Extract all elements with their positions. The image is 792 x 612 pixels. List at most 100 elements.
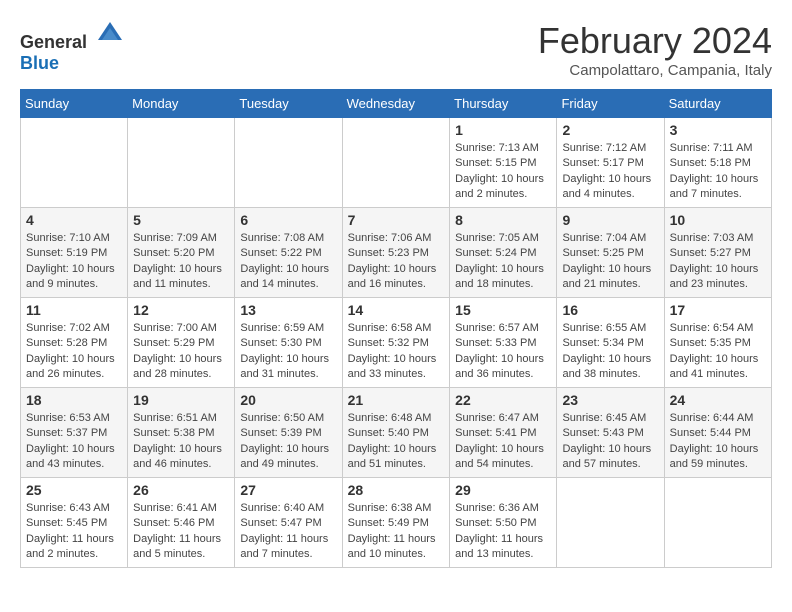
- day-detail: Sunrise: 6:57 AMSunset: 5:33 PMDaylight:…: [455, 321, 551, 383]
- logo-general: General: [20, 32, 87, 52]
- week-row-1: 1 Sunrise: 7:13 AMSunset: 5:15 PMDaylight…: [21, 118, 772, 208]
- day-detail: Sunrise: 7:13 AMSunset: 5:15 PMDaylight:…: [455, 141, 551, 203]
- calendar-cell-0-6: 3 Sunrise: 7:11 AMSunset: 5:18 PMDaylight…: [664, 118, 771, 208]
- day-number: 16: [562, 302, 658, 318]
- calendar-cell-3-1: 19Sunrise: 6:51 AMSunset: 5:38 PMDayligh…: [128, 388, 235, 478]
- day-number: 19: [133, 392, 229, 408]
- calendar-cell-2-4: 15 Sunrise: 6:57 AMSunset: 5:33 PMDayligh…: [450, 298, 557, 388]
- calendar-cell-2-3: 14 Sunrise: 6:58 AMSunset: 5:32 PMDayligh…: [342, 298, 450, 388]
- day-detail: Sunrise: 6:50 AMSunset: 5:39 PMDaylight:…: [240, 411, 336, 473]
- calendar-cell-2-6: 17 Sunrise: 6:54 AMSunset: 5:35 PMDayligh…: [664, 298, 771, 388]
- day-detail: Sunrise: 6:53 AMSunset: 5:37 PMDaylight:…: [26, 411, 122, 473]
- logo: General Blue: [20, 20, 124, 74]
- header-tuesday: Tuesday: [235, 90, 342, 118]
- day-detail: Sunrise: 7:05 AMSunset: 5:24 PMDaylight:…: [455, 231, 551, 293]
- day-number: 13: [240, 302, 336, 318]
- header-thursday: Thursday: [450, 90, 557, 118]
- calendar-cell-0-1: [128, 118, 235, 208]
- calendar-cell-1-1: 5 Sunrise: 7:09 AMSunset: 5:20 PMDaylight…: [128, 208, 235, 298]
- day-detail: Sunrise: 6:59 AMSunset: 5:30 PMDaylight:…: [240, 321, 336, 383]
- header-sunday: Sunday: [21, 90, 128, 118]
- calendar-cell-0-4: 1 Sunrise: 7:13 AMSunset: 5:15 PMDaylight…: [450, 118, 557, 208]
- day-number: 21: [348, 392, 445, 408]
- day-detail: Sunrise: 7:02 AMSunset: 5:28 PMDaylight:…: [26, 321, 122, 383]
- calendar-cell-3-6: 24Sunrise: 6:44 AMSunset: 5:44 PMDayligh…: [664, 388, 771, 478]
- day-number: 22: [455, 392, 551, 408]
- day-detail: Sunrise: 7:06 AMSunset: 5:23 PMDaylight:…: [348, 231, 445, 293]
- calendar-cell-4-4: 29 Sunrise: 6:36 AMSunset: 5:50 PMDayligh…: [450, 478, 557, 568]
- calendar-cell-4-5: [557, 478, 664, 568]
- calendar-subtitle: Campolattaro, Campania, Italy: [538, 62, 772, 79]
- day-number: 12: [133, 302, 229, 318]
- calendar-cell-0-5: 2Sunrise: 7:12 AMSunset: 5:17 PMDaylight…: [557, 118, 664, 208]
- calendar-title: February 2024: [538, 20, 772, 62]
- header-saturday: Saturday: [664, 90, 771, 118]
- day-number: 1: [455, 122, 551, 138]
- logo-icon: [96, 20, 124, 48]
- calendar-cell-0-3: [342, 118, 450, 208]
- day-number: 18: [26, 392, 122, 408]
- calendar-cell-2-5: 16 Sunrise: 6:55 AMSunset: 5:34 PMDayligh…: [557, 298, 664, 388]
- day-number: 20: [240, 392, 336, 408]
- logo-blue: Blue: [20, 53, 59, 73]
- calendar-cell-1-5: 9 Sunrise: 7:04 AMSunset: 5:25 PMDaylight…: [557, 208, 664, 298]
- day-detail: Sunrise: 7:00 AMSunset: 5:29 PMDaylight:…: [133, 321, 229, 383]
- day-detail: Sunrise: 6:38 AMSunset: 5:49 PMDaylight:…: [348, 501, 445, 563]
- week-row-5: 25 Sunrise: 6:43 AMSunset: 5:45 PMDayligh…: [21, 478, 772, 568]
- day-detail: Sunrise: 7:04 AMSunset: 5:25 PMDaylight:…: [562, 231, 658, 293]
- calendar-cell-2-1: 12 Sunrise: 7:00 AMSunset: 5:29 PMDayligh…: [128, 298, 235, 388]
- calendar-cell-1-2: 6Sunrise: 7:08 AMSunset: 5:22 PMDaylight…: [235, 208, 342, 298]
- day-number: 8: [455, 212, 551, 228]
- day-number: 10: [670, 212, 766, 228]
- day-detail: Sunrise: 6:58 AMSunset: 5:32 PMDaylight:…: [348, 321, 445, 383]
- calendar-cell-1-3: 7 Sunrise: 7:06 AMSunset: 5:23 PMDaylight…: [342, 208, 450, 298]
- day-number: 4: [26, 212, 122, 228]
- day-number: 25: [26, 482, 122, 498]
- calendar-cell-4-6: [664, 478, 771, 568]
- calendar-cell-4-1: 26Sunrise: 6:41 AMSunset: 5:46 PMDayligh…: [128, 478, 235, 568]
- header-wednesday: Wednesday: [342, 90, 450, 118]
- calendar-cell-3-3: 21 Sunrise: 6:48 AMSunset: 5:40 PMDayligh…: [342, 388, 450, 478]
- day-detail: Sunrise: 6:40 AMSunset: 5:47 PMDaylight:…: [240, 501, 336, 563]
- weekday-header-row: Sunday Monday Tuesday Wednesday Thursday…: [21, 90, 772, 118]
- day-number: 5: [133, 212, 229, 228]
- calendar-cell-4-2: 27 Sunrise: 6:40 AMSunset: 5:47 PMDayligh…: [235, 478, 342, 568]
- calendar-cell-1-4: 8 Sunrise: 7:05 AMSunset: 5:24 PMDaylight…: [450, 208, 557, 298]
- day-number: 28: [348, 482, 445, 498]
- day-detail: Sunrise: 7:09 AMSunset: 5:20 PMDaylight:…: [133, 231, 229, 293]
- day-detail: Sunrise: 7:11 AMSunset: 5:18 PMDaylight:…: [670, 141, 766, 203]
- calendar-cell-0-2: [235, 118, 342, 208]
- day-number: 7: [348, 212, 445, 228]
- day-number: 15: [455, 302, 551, 318]
- calendar-cell-1-6: 10 Sunrise: 7:03 AMSunset: 5:27 PMDayligh…: [664, 208, 771, 298]
- day-number: 3: [670, 122, 766, 138]
- day-detail: Sunrise: 6:43 AMSunset: 5:45 PMDaylight:…: [26, 501, 122, 563]
- calendar-cell-4-3: 28 Sunrise: 6:38 AMSunset: 5:49 PMDayligh…: [342, 478, 450, 568]
- day-number: 29: [455, 482, 551, 498]
- day-detail: Sunrise: 6:55 AMSunset: 5:34 PMDaylight:…: [562, 321, 658, 383]
- week-row-2: 4Sunrise: 7:10 AMSunset: 5:19 PMDaylight…: [21, 208, 772, 298]
- day-detail: Sunrise: 6:36 AMSunset: 5:50 PMDaylight:…: [455, 501, 551, 563]
- calendar-cell-3-5: 23Sunrise: 6:45 AMSunset: 5:43 PMDayligh…: [557, 388, 664, 478]
- day-detail: Sunrise: 6:44 AMSunset: 5:44 PMDaylight:…: [670, 411, 766, 473]
- day-detail: Sunrise: 7:03 AMSunset: 5:27 PMDaylight:…: [670, 231, 766, 293]
- page-header: General Blue February 2024 Campolattaro,…: [20, 20, 772, 79]
- logo-text: General Blue: [20, 20, 124, 74]
- day-detail: Sunrise: 7:08 AMSunset: 5:22 PMDaylight:…: [240, 231, 336, 293]
- title-block: February 2024 Campolattaro, Campania, It…: [538, 20, 772, 79]
- week-row-4: 18 Sunrise: 6:53 AMSunset: 5:37 PMDayligh…: [21, 388, 772, 478]
- day-number: 9: [562, 212, 658, 228]
- day-detail: Sunrise: 6:48 AMSunset: 5:40 PMDaylight:…: [348, 411, 445, 473]
- day-number: 26: [133, 482, 229, 498]
- day-number: 11: [26, 302, 122, 318]
- day-detail: Sunrise: 7:12 AMSunset: 5:17 PMDaylight:…: [562, 141, 658, 203]
- calendar-table: Sunday Monday Tuesday Wednesday Thursday…: [20, 89, 772, 568]
- day-number: 17: [670, 302, 766, 318]
- day-number: 27: [240, 482, 336, 498]
- day-number: 14: [348, 302, 445, 318]
- calendar-cell-1-0: 4Sunrise: 7:10 AMSunset: 5:19 PMDaylight…: [21, 208, 128, 298]
- day-detail: Sunrise: 6:47 AMSunset: 5:41 PMDaylight:…: [455, 411, 551, 473]
- day-detail: Sunrise: 6:54 AMSunset: 5:35 PMDaylight:…: [670, 321, 766, 383]
- header-friday: Friday: [557, 90, 664, 118]
- week-row-3: 11 Sunrise: 7:02 AMSunset: 5:28 PMDayligh…: [21, 298, 772, 388]
